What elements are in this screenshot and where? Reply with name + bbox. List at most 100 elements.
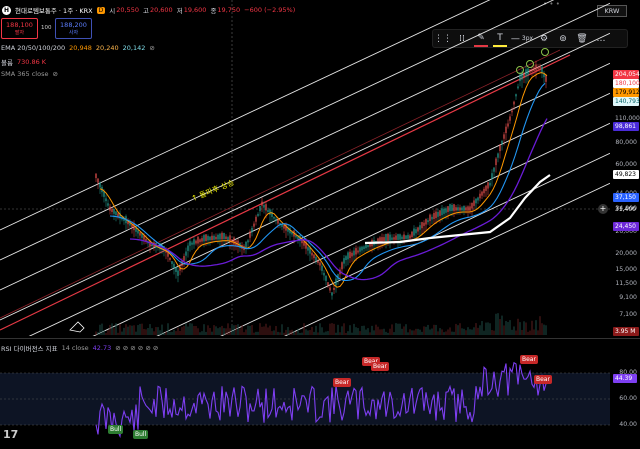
price-chart-canvas[interactable] [0,0,610,336]
candle-body [461,207,463,211]
candle-body [429,214,431,222]
candle-body [111,209,113,212]
rsi-axis[interactable]: 80.00 60.00 40.00 [610,349,640,443]
candle-body [433,213,435,219]
volume-bar [169,331,171,335]
price-tag: 179,912 [613,88,640,97]
candle-body [253,223,255,227]
rsi-axis-tick: 40.00 [619,421,637,428]
volume-bar [477,327,479,335]
price-axis[interactable]: 80,00060,00044,00034,00026,00020,00015,0… [610,0,640,336]
price-axis-tick: 20,000 [615,249,637,257]
volume-bar [473,327,475,335]
volume-bar [155,327,157,335]
candle-body [331,292,333,296]
volume-bar [253,332,255,335]
volume-bar [485,322,487,335]
volume-bar [191,323,193,335]
candle-body [405,235,407,239]
candle-body [323,272,325,276]
candle-body [195,240,197,244]
candle-body [443,208,445,214]
volume-bar [257,331,259,335]
candle-body [193,239,195,245]
channel-line [156,122,610,336]
candle-body [257,214,259,216]
volume-bar [113,328,115,335]
candle-body [97,178,99,183]
candle-body [361,246,363,251]
volume-bar [437,331,439,335]
candle-body [221,232,223,240]
candle-body [453,204,455,212]
candle-body [311,252,313,256]
volume-bar [367,328,369,335]
volume-bar [263,326,265,335]
volume-bar [115,323,117,335]
volume-bar [389,328,391,335]
volume-bar [461,328,463,335]
candle-body [403,234,405,240]
rsi-chart-canvas[interactable] [0,349,610,443]
candle-body [431,216,433,220]
candle-body [355,248,357,255]
candle-body [535,64,537,71]
volume-bar [445,331,447,335]
volume-bar [413,330,415,335]
volume-bar [105,332,107,335]
volume-bar [383,328,385,335]
volume-bar [521,329,523,335]
candle-body [103,191,105,197]
volume-bar [305,329,307,335]
candle-body [449,204,451,212]
tradingview-logo[interactable]: 17 [3,428,18,441]
ema20-line [99,72,548,288]
volume-bar [267,327,269,335]
volume-bar [411,330,413,335]
candle-body [499,144,501,152]
pane-separator[interactable] [0,338,640,339]
price-tag: 24,450 [613,222,639,231]
crosshair-add-icon[interactable]: + [598,204,608,214]
candle-body [517,86,519,89]
candle-body [251,227,253,233]
price-axis-tick: 60,000 [615,160,637,168]
volume-bar [331,323,333,335]
candle-body [223,232,225,240]
candle-body [177,270,179,276]
pattern-marker-icon [69,321,85,333]
volume-bar [213,325,215,335]
candle-body [347,252,349,260]
volume-bar [315,325,317,335]
price-axis-tick: 15,000 [615,266,637,274]
volume-bar [529,330,531,335]
candle-body [247,240,249,243]
volume-bar [273,330,275,335]
volume-bar [537,330,539,335]
volume-bar [523,321,525,335]
volume-bar [139,323,141,335]
volume-bar [103,330,105,335]
volume-bar [283,332,285,335]
volume-bar [357,328,359,335]
volume-bar [333,323,335,335]
volume-bar [535,320,537,335]
volume-bar [451,331,453,335]
candle-body [501,140,503,145]
volume-bar [119,323,121,335]
candle-body [423,222,425,226]
volume-bar [431,328,433,335]
volume-bar [495,313,497,335]
volume-bar [481,321,483,335]
volume-bar [375,324,377,335]
candle-body [341,262,343,270]
candle-body [207,236,209,241]
candle-body [329,287,331,291]
volume-bar [303,323,305,335]
volume-bar [353,323,355,335]
candle-body [115,211,117,216]
candle-body [107,203,109,206]
volume-bar [349,325,351,335]
candle-body [445,208,447,213]
candle-body [343,258,345,264]
